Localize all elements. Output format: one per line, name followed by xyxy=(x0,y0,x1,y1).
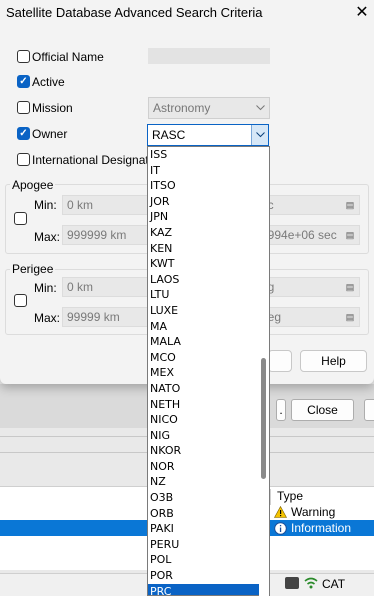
owner-option[interactable]: NETH xyxy=(148,397,269,413)
owner-option[interactable]: JPN xyxy=(148,209,269,225)
owner-option[interactable]: LTU xyxy=(148,287,269,303)
owner-option[interactable]: PAKI xyxy=(148,521,269,537)
keyboard-icon xyxy=(285,577,299,589)
information-icon xyxy=(274,521,287,535)
mission-value: Astronomy xyxy=(153,101,211,115)
calculator-icon[interactable]: ▤ xyxy=(343,199,357,211)
close-button[interactable]: Close xyxy=(291,399,354,421)
row-type-label: Warning xyxy=(291,505,336,519)
owner-option[interactable]: O3B xyxy=(148,490,269,506)
partial-button-right[interactable] xyxy=(364,399,374,421)
perigee-min-input[interactable]: 0 km xyxy=(62,277,148,297)
help-button[interactable]: Help xyxy=(300,350,367,372)
active-label: Active xyxy=(32,75,65,89)
table-row[interactable]: Information xyxy=(274,521,351,535)
apogee-checkbox[interactable] xyxy=(14,212,27,225)
apogee-label: Apogee xyxy=(10,178,56,192)
chevron-down-icon xyxy=(251,125,268,145)
perigee-checkbox[interactable] xyxy=(14,294,27,307)
apogee-min-label: Min: xyxy=(34,198,57,212)
row-type-label: Information xyxy=(291,521,352,535)
calculator-icon[interactable]: ▤ xyxy=(343,281,357,293)
search-button-partial[interactable] xyxy=(268,350,292,372)
owner-option[interactable]: NIG xyxy=(148,428,269,444)
owner-label: Owner xyxy=(32,127,68,141)
owner-option[interactable]: MEX xyxy=(148,365,269,381)
owner-option[interactable]: MA xyxy=(148,319,269,335)
owner-select[interactable]: RASC xyxy=(147,124,269,146)
owner-checkbox[interactable]: ✓ xyxy=(17,127,30,140)
owner-value: RASC xyxy=(152,128,186,142)
official-name-label: Official Name xyxy=(32,50,104,64)
owner-option[interactable]: MCO xyxy=(148,350,269,366)
chevron-down-icon xyxy=(252,98,269,118)
help-button-label: Help xyxy=(321,354,346,368)
owner-option[interactable]: NKOR xyxy=(148,443,269,459)
calculator-icon[interactable]: ▤ xyxy=(343,229,357,241)
owner-option[interactable]: ISS xyxy=(148,147,269,163)
calculator-icon[interactable]: ▤ xyxy=(343,311,357,323)
dialog-title: Satellite Database Advanced Search Crite… xyxy=(6,5,263,20)
close-icon[interactable]: ✕ xyxy=(352,2,372,22)
owner-option[interactable]: NOR xyxy=(148,459,269,475)
perigee-max-label: Max: xyxy=(34,311,61,325)
owner-dropdown-list[interactable]: ISS IT ITSO JOR JPN KAZ KEN KWT LAOS LTU LUXE MA MAL… xyxy=(147,146,270,596)
mission-label: Mission xyxy=(32,101,73,115)
mission-checkbox[interactable] xyxy=(17,101,30,114)
wifi-icon xyxy=(304,576,318,590)
owner-option[interactable]: JOR xyxy=(148,194,269,210)
perigee-label: Perigee xyxy=(10,262,56,276)
table-row[interactable]: Warning xyxy=(273,505,336,519)
apogee-max-label: Max: xyxy=(34,230,61,244)
status-text: CAT xyxy=(322,577,346,591)
owner-option[interactable]: MALA xyxy=(148,334,269,350)
owner-option[interactable]: POL xyxy=(148,552,269,568)
apogee-max-input[interactable]: 999999 km xyxy=(62,225,148,245)
owner-option[interactable]: NATO xyxy=(148,381,269,397)
warning-icon xyxy=(273,505,288,518)
apogee-max-period-value: 9994e+06 sec xyxy=(261,228,337,242)
owner-option[interactable]: NICO xyxy=(148,412,269,428)
close-button-label: Close xyxy=(307,403,338,417)
perigee-min-label: Min: xyxy=(34,281,57,295)
owner-option[interactable]: POR xyxy=(148,568,269,584)
owner-option[interactable]: ORB xyxy=(148,506,269,522)
owner-option[interactable]: KAZ xyxy=(148,225,269,241)
owner-option[interactable]: PRC xyxy=(148,583,269,595)
owner-option[interactable]: PERU xyxy=(148,537,269,553)
official-name-checkbox[interactable] xyxy=(17,50,30,63)
perigee-max-input[interactable]: 99999 km xyxy=(62,307,148,327)
owner-option[interactable]: ITSO xyxy=(148,178,269,194)
mission-select[interactable]: Astronomy xyxy=(148,97,270,119)
apogee-min-input[interactable]: 0 km xyxy=(62,195,148,215)
owner-option[interactable]: KWT xyxy=(148,256,269,272)
owner-option[interactable]: LAOS xyxy=(148,272,269,288)
owner-option[interactable]: LUXE xyxy=(148,303,269,319)
owner-option[interactable]: KEN xyxy=(148,241,269,257)
dropdown-scrollbar-thumb[interactable] xyxy=(261,358,266,479)
intl-designator-label: International Designator xyxy=(32,153,160,167)
partial-button[interactable]: . xyxy=(276,399,286,421)
official-name-field[interactable] xyxy=(148,48,270,64)
active-checkbox[interactable]: ✓ xyxy=(17,75,30,88)
column-header-type[interactable]: Type xyxy=(270,489,374,505)
owner-option[interactable]: IT xyxy=(148,163,269,179)
owner-option[interactable]: NZ xyxy=(148,474,269,490)
intl-designator-checkbox[interactable] xyxy=(17,153,30,166)
